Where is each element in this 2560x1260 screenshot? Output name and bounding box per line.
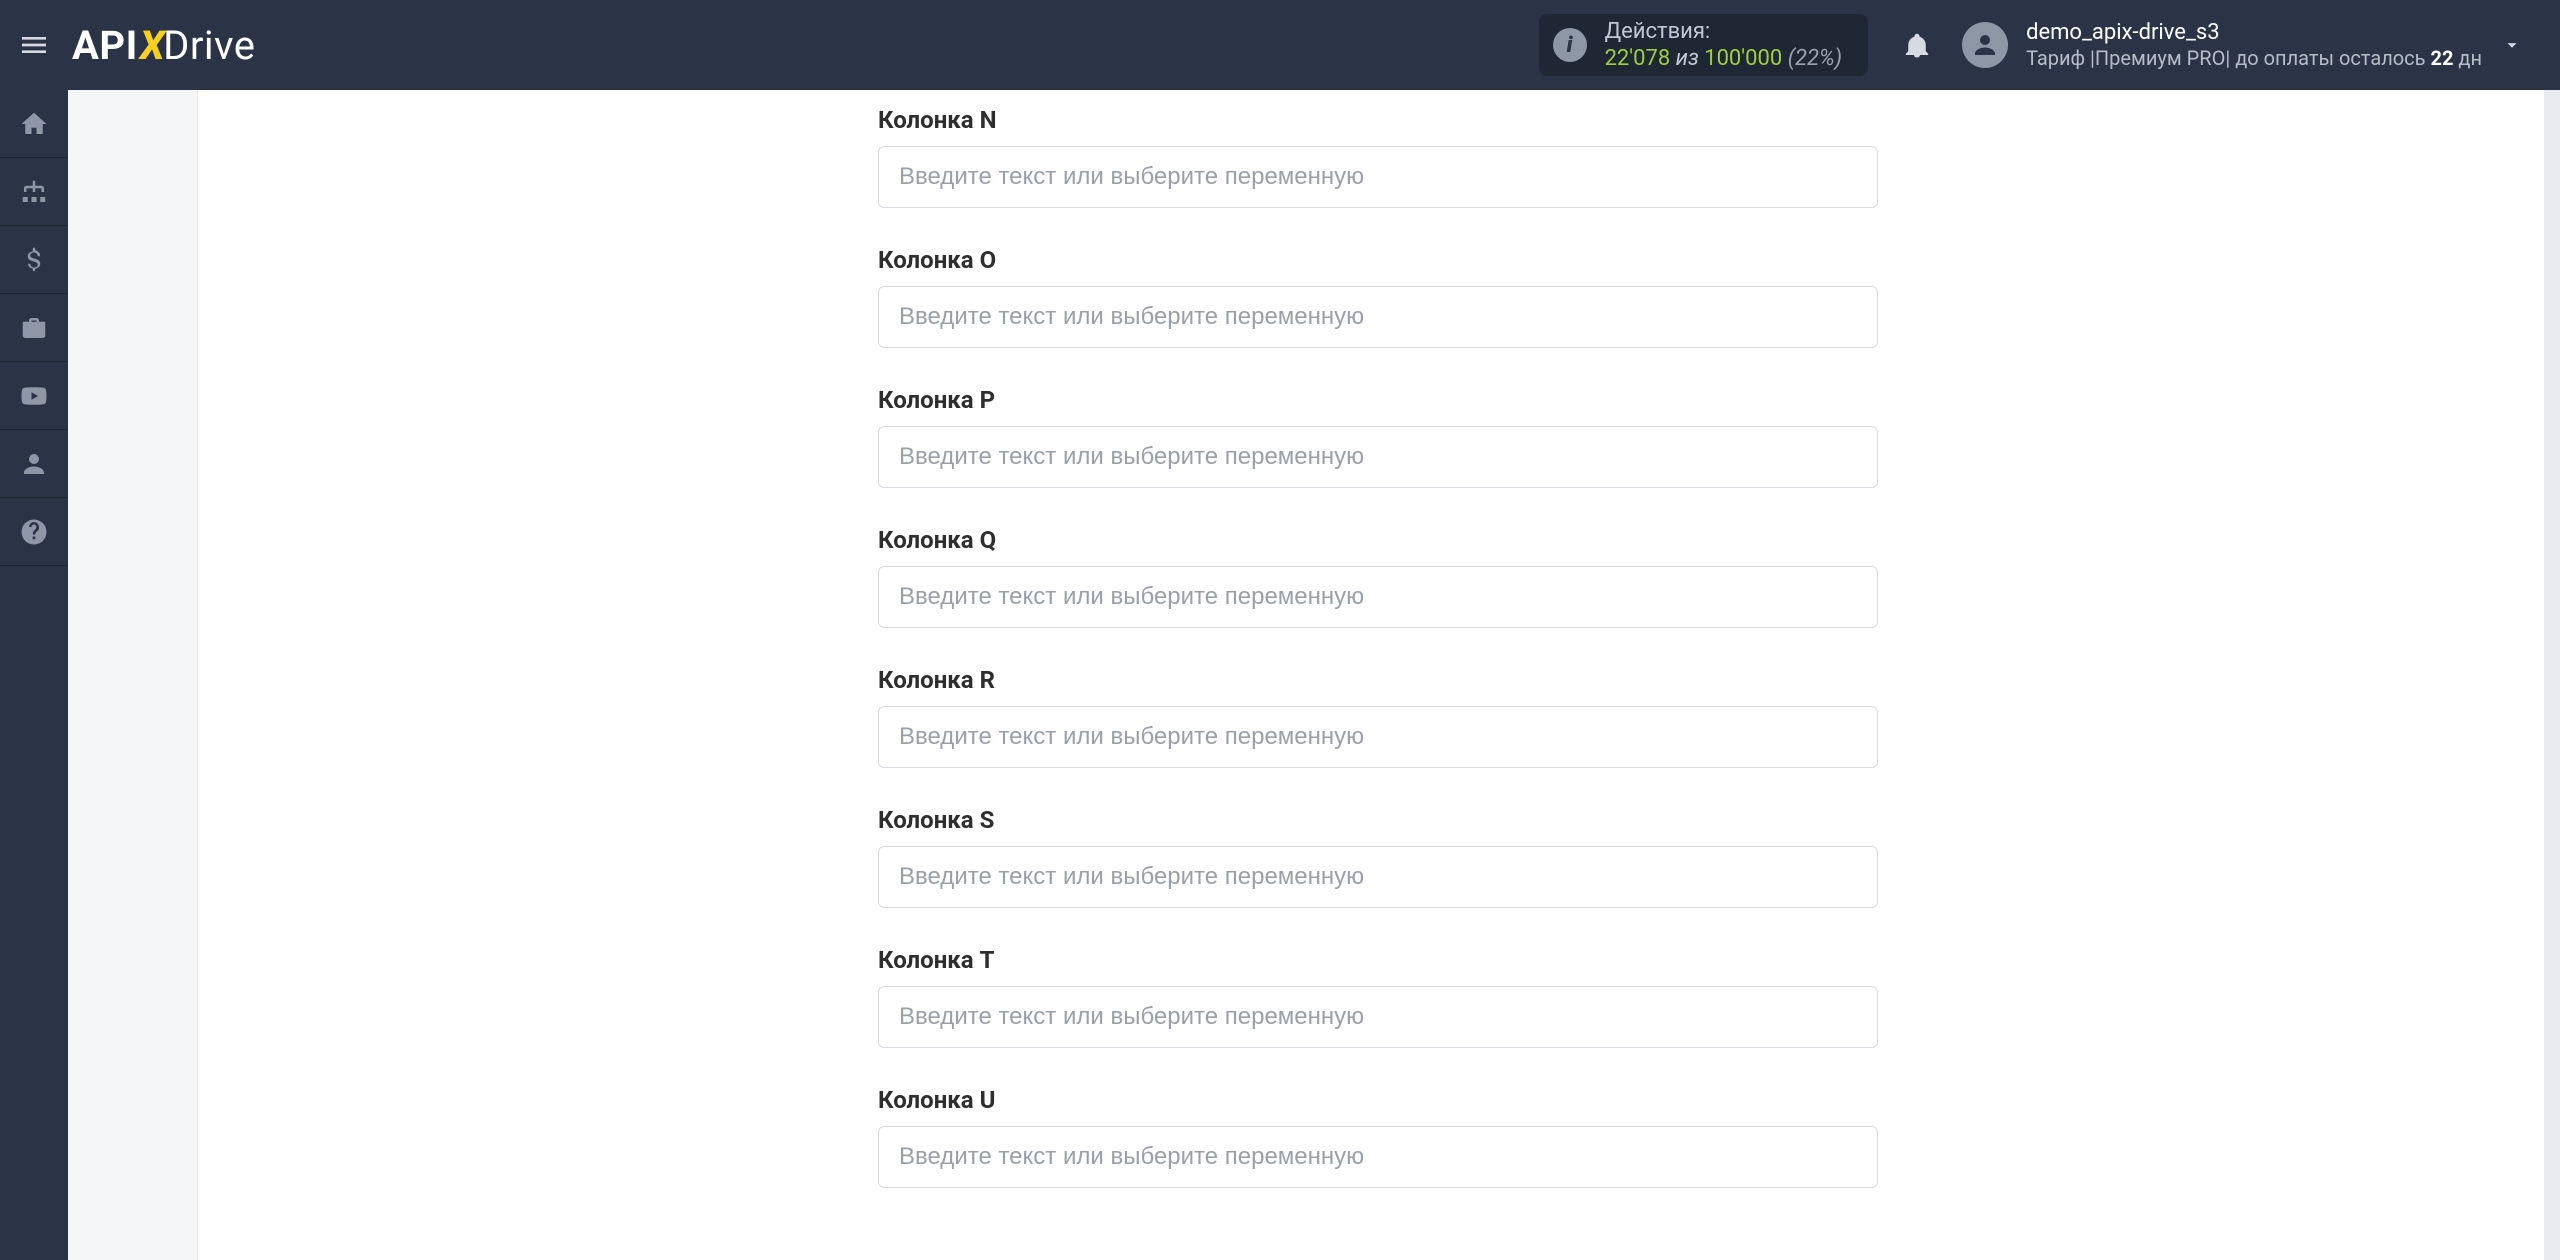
field-input[interactable]: [878, 566, 1878, 628]
usage-limit: 100'000: [1704, 46, 1782, 71]
brand-drive: Drive: [163, 22, 255, 69]
sidebar-item-youtube[interactable]: [0, 362, 68, 430]
field-input[interactable]: [878, 846, 1878, 908]
field-input[interactable]: [878, 1126, 1878, 1188]
plan-prefix: Тариф |: [2026, 46, 2095, 70]
sidebar-item-profile[interactable]: [0, 430, 68, 498]
plan-days: 22: [2430, 46, 2453, 70]
usage-label: Действия:: [1605, 18, 1843, 46]
dollar-icon: [19, 245, 49, 275]
form-card: Колонка N Колонка O Колонка P Колонка Q Коло…: [198, 90, 2560, 1260]
usage-used: 22'078: [1605, 46, 1671, 71]
field-label: Колонка N: [878, 106, 1878, 134]
field-input[interactable]: [878, 706, 1878, 768]
column-mapping-form: Колонка N Колонка O Колонка P Колонка Q Коло…: [878, 90, 1878, 1188]
field-input[interactable]: [878, 146, 1878, 208]
sidebar-item-home[interactable]: [0, 90, 68, 158]
field-column-t: Колонка T: [878, 946, 1878, 1048]
field-label: Колонка Q: [878, 526, 1878, 554]
usage-of: из: [1670, 46, 1704, 71]
user-solid-icon: [19, 449, 49, 479]
account-block[interactable]: demo_apix-drive_s3 Тариф |Премиум PRO| д…: [1962, 19, 2482, 72]
field-input[interactable]: [878, 286, 1878, 348]
account-menu-toggle[interactable]: [2492, 34, 2532, 56]
account-username: demo_apix-drive_s3: [2026, 19, 2482, 47]
sidebar-item-help[interactable]: [0, 498, 68, 566]
briefcase-icon: [19, 313, 49, 343]
field-label: Колонка U: [878, 1086, 1878, 1114]
home-icon: [19, 109, 49, 139]
chevron-down-icon: [2501, 34, 2523, 56]
field-input[interactable]: [878, 986, 1878, 1048]
topbar: API X Drive i Действия: 22'078 из 100'00…: [0, 0, 2560, 90]
info-icon: i: [1553, 28, 1587, 62]
plan-name: Премиум PRO: [2095, 46, 2225, 70]
account-plan: Тариф |Премиум PRO| до оплаты осталось 2…: [2026, 46, 2482, 71]
brand-x: X: [140, 22, 165, 69]
field-column-q: Колонка Q: [878, 526, 1878, 628]
field-label: Колонка S: [878, 806, 1878, 834]
field-label: Колонка T: [878, 946, 1878, 974]
field-column-o: Колонка O: [878, 246, 1878, 348]
sidebar-item-connections[interactable]: [0, 158, 68, 226]
page: Колонка N Колонка O Колонка P Колонка Q Коло…: [68, 90, 2560, 1260]
menu-toggle-button[interactable]: [0, 0, 68, 90]
plan-mid: | до оплаты осталось: [2225, 46, 2430, 70]
youtube-icon: [19, 381, 49, 411]
field-column-s: Колонка S: [878, 806, 1878, 908]
sitemap-icon: [19, 177, 49, 207]
usage-text: Действия: 22'078 из 100'000 (22%): [1605, 18, 1843, 73]
field-column-n: Колонка N: [878, 106, 1878, 208]
field-label: Колонка P: [878, 386, 1878, 414]
bell-icon: [1902, 30, 1932, 60]
plan-suffix: дн: [2453, 46, 2482, 70]
sidebar: [0, 90, 68, 1260]
user-icon: [1970, 30, 2000, 60]
usage-pct: (22%): [1788, 46, 1842, 71]
field-column-u: Колонка U: [878, 1086, 1878, 1188]
brand-logo[interactable]: API X Drive: [72, 22, 255, 69]
field-input[interactable]: [878, 426, 1878, 488]
hamburger-icon: [18, 29, 50, 61]
field-label: Колонка R: [878, 666, 1878, 694]
sidebar-item-briefcase[interactable]: [0, 294, 68, 362]
field-column-r: Колонка R: [878, 666, 1878, 768]
field-column-p: Колонка P: [878, 386, 1878, 488]
sidebar-item-billing[interactable]: [0, 226, 68, 294]
usage-values: 22'078 из 100'000 (22%): [1605, 45, 1843, 73]
avatar: [1962, 22, 2008, 68]
field-label: Колонка O: [878, 246, 1878, 274]
question-icon: [19, 517, 49, 547]
usage-pill[interactable]: i Действия: 22'078 из 100'000 (22%): [1539, 14, 1869, 76]
brand-api: API: [72, 22, 138, 69]
scrollbar-gutter[interactable]: [2544, 90, 2560, 1260]
account-text: demo_apix-drive_s3 Тариф |Премиум PRO| д…: [2026, 19, 2482, 72]
notifications-button[interactable]: [1890, 18, 1944, 72]
